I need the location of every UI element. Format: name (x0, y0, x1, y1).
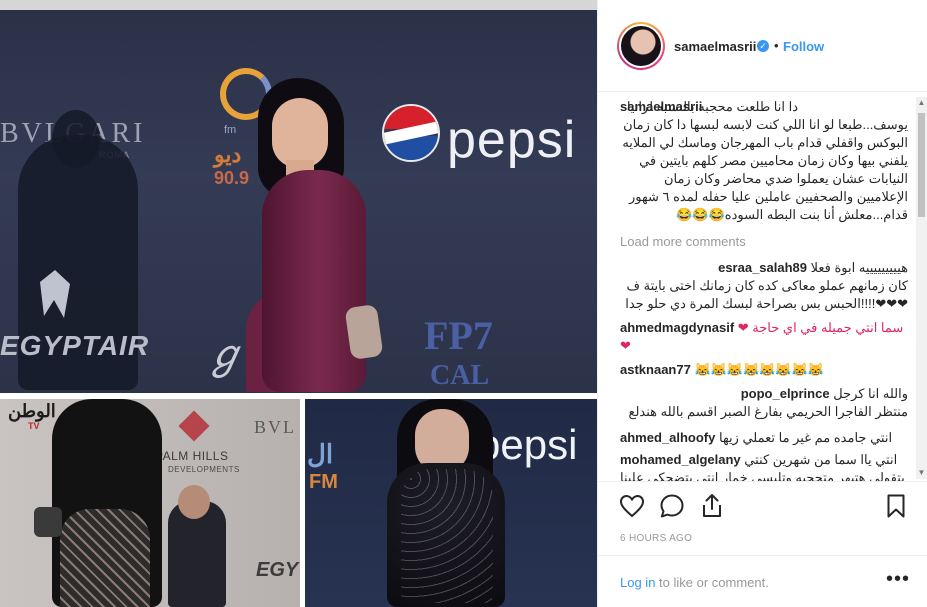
sign-radio-freq: 90.9 (214, 168, 250, 188)
avatar[interactable] (619, 24, 663, 68)
sign-palm-hills: PALM HILLS (155, 449, 229, 463)
post-actions (598, 481, 927, 529)
comment-text: astknaan77 😹😹😹😹😹😹😹😹 (620, 362, 824, 377)
figure-dress (262, 170, 366, 392)
bottom-right-photo: ال FM pepsi (305, 399, 597, 607)
comment-item: esraa_salah89 هيييييييييه ابوة فعلا كان … (620, 259, 908, 313)
sign-radio-fm: fm (224, 124, 237, 136)
comment-item: ahmed_alhoofy انتي جامده مم غير ما تعملي… (620, 429, 908, 447)
pepsi-globe-icon (382, 104, 440, 162)
caption: samaelmasrii دا انا طلعت محجبه بالنسبه ل… (620, 98, 908, 224)
sign-palm-sub: DEVELOPMENTS (168, 465, 240, 474)
sign-egyptair: EGYPTAIR (0, 330, 150, 361)
comment-item: astknaan77 😹😹😹😹😹😹😹😹 (620, 361, 908, 379)
login-prompt: Log in to like or comment. (620, 575, 769, 590)
verified-badge-icon: ✓ (757, 40, 769, 52)
bottom-left-photo: الوطن TV PALM HILLS DEVELOPMENTS BVL EGY (0, 399, 300, 607)
signature-graphic: ℊ (205, 332, 245, 377)
sign-cal: CAL (430, 360, 490, 391)
post-media: BVLGARI ROMA fm ديو 90.9 EGYPTAIR pepsi … (0, 0, 597, 607)
header-username[interactable]: samaelmasrii (674, 39, 756, 54)
comment-username[interactable]: ahmed_alhoofy (620, 430, 715, 445)
more-options-icon[interactable]: ••• (886, 568, 910, 591)
sign-watan: الوطن (8, 401, 56, 421)
figure-dress-sparkle (401, 469, 493, 603)
comment-username[interactable]: astknaan77 (620, 362, 691, 377)
comment-text: ahmedmagdynasif سما انتي جميله في اي حاج… (620, 320, 904, 353)
scroll-up-arrow-icon[interactable]: ▲ (917, 97, 926, 109)
post-timestamp[interactable]: 6 HOURS AGO (620, 533, 692, 544)
avatar-story-ring[interactable] (617, 22, 665, 70)
comment-text: popo_elprince والله انا كرجل منتظر الفاج… (628, 386, 908, 419)
comments-scrollbar[interactable]: ▲ ▼ (916, 97, 927, 479)
figure-face (272, 98, 328, 168)
sign-fp7: FP7 (424, 313, 493, 358)
sign-radio-name: ديو (214, 142, 242, 167)
post-side-panel: samaelmasrii ✓ • Follow samaelmasrii دا … (597, 0, 927, 607)
comments-list[interactable]: samaelmasrii دا انا طلعت محجبه بالنسبه ل… (598, 93, 927, 481)
scroll-down-arrow-icon[interactable]: ▼ (917, 467, 926, 479)
photo-top-band (0, 0, 597, 10)
comment-item: mohamed_algelany انتي ياا سما من شهرين ك… (620, 451, 908, 481)
egyptair-horus-icon (40, 270, 70, 318)
load-more-comments-button[interactable]: Load more comments (620, 234, 746, 249)
comment-username[interactable]: ahmedmagdynasif (620, 320, 734, 335)
photographer-head (178, 485, 210, 519)
top-photo: BVLGARI ROMA fm ديو 90.9 EGYPTAIR pepsi … (0, 0, 597, 393)
post-footer: Log in to like or comment. ••• (598, 555, 927, 607)
login-link[interactable]: Log in (620, 575, 655, 590)
header-dot-separator: • (774, 38, 779, 53)
sign-alef: ال (307, 439, 334, 469)
follow-button[interactable]: Follow (783, 39, 824, 54)
post-header: samaelmasrii ✓ • Follow (598, 0, 927, 92)
comment-username[interactable]: popo_elprince (741, 386, 830, 401)
sign-bvl: BVL (254, 417, 296, 437)
heart-icon[interactable] (618, 492, 646, 520)
caption-text: دا انا طلعت محجبه بالنسبه لرانيا يوسف...… (622, 99, 908, 222)
sign-egy: EGY (256, 559, 299, 581)
scrollbar-thumb[interactable] (918, 113, 925, 217)
comment-item: popo_elprince والله انا كرجل منتظر الفاج… (620, 385, 908, 421)
comment-text: ahmed_alhoofy انتي جامده مم غير ما تعملي… (620, 430, 893, 445)
bookmark-icon[interactable] (882, 492, 910, 520)
comment-item: ahmedmagdynasif سما انتي جميله في اي حاج… (620, 319, 908, 355)
palm-hills-icon (178, 410, 210, 442)
comment-icon[interactable] (658, 492, 686, 520)
figure-legs (60, 509, 150, 607)
comment-username[interactable]: esraa_salah89 (718, 260, 807, 275)
figure-clutch (344, 304, 384, 360)
share-icon[interactable] (698, 492, 726, 520)
sign-watan-tv: TV (28, 421, 40, 431)
comment-text: esraa_salah89 هيييييييييه ابوة فعلا كان … (625, 260, 908, 311)
sign-fm: FM (309, 471, 338, 493)
sign-pepsi: pepsi (447, 111, 577, 169)
comment-username[interactable]: mohamed_algelany (620, 452, 741, 467)
comment-text: mohamed_algelany انتي ياا سما من شهرين ك… (620, 452, 905, 481)
camera-icon (34, 507, 62, 537)
login-prompt-rest: to like or comment. (655, 575, 769, 590)
